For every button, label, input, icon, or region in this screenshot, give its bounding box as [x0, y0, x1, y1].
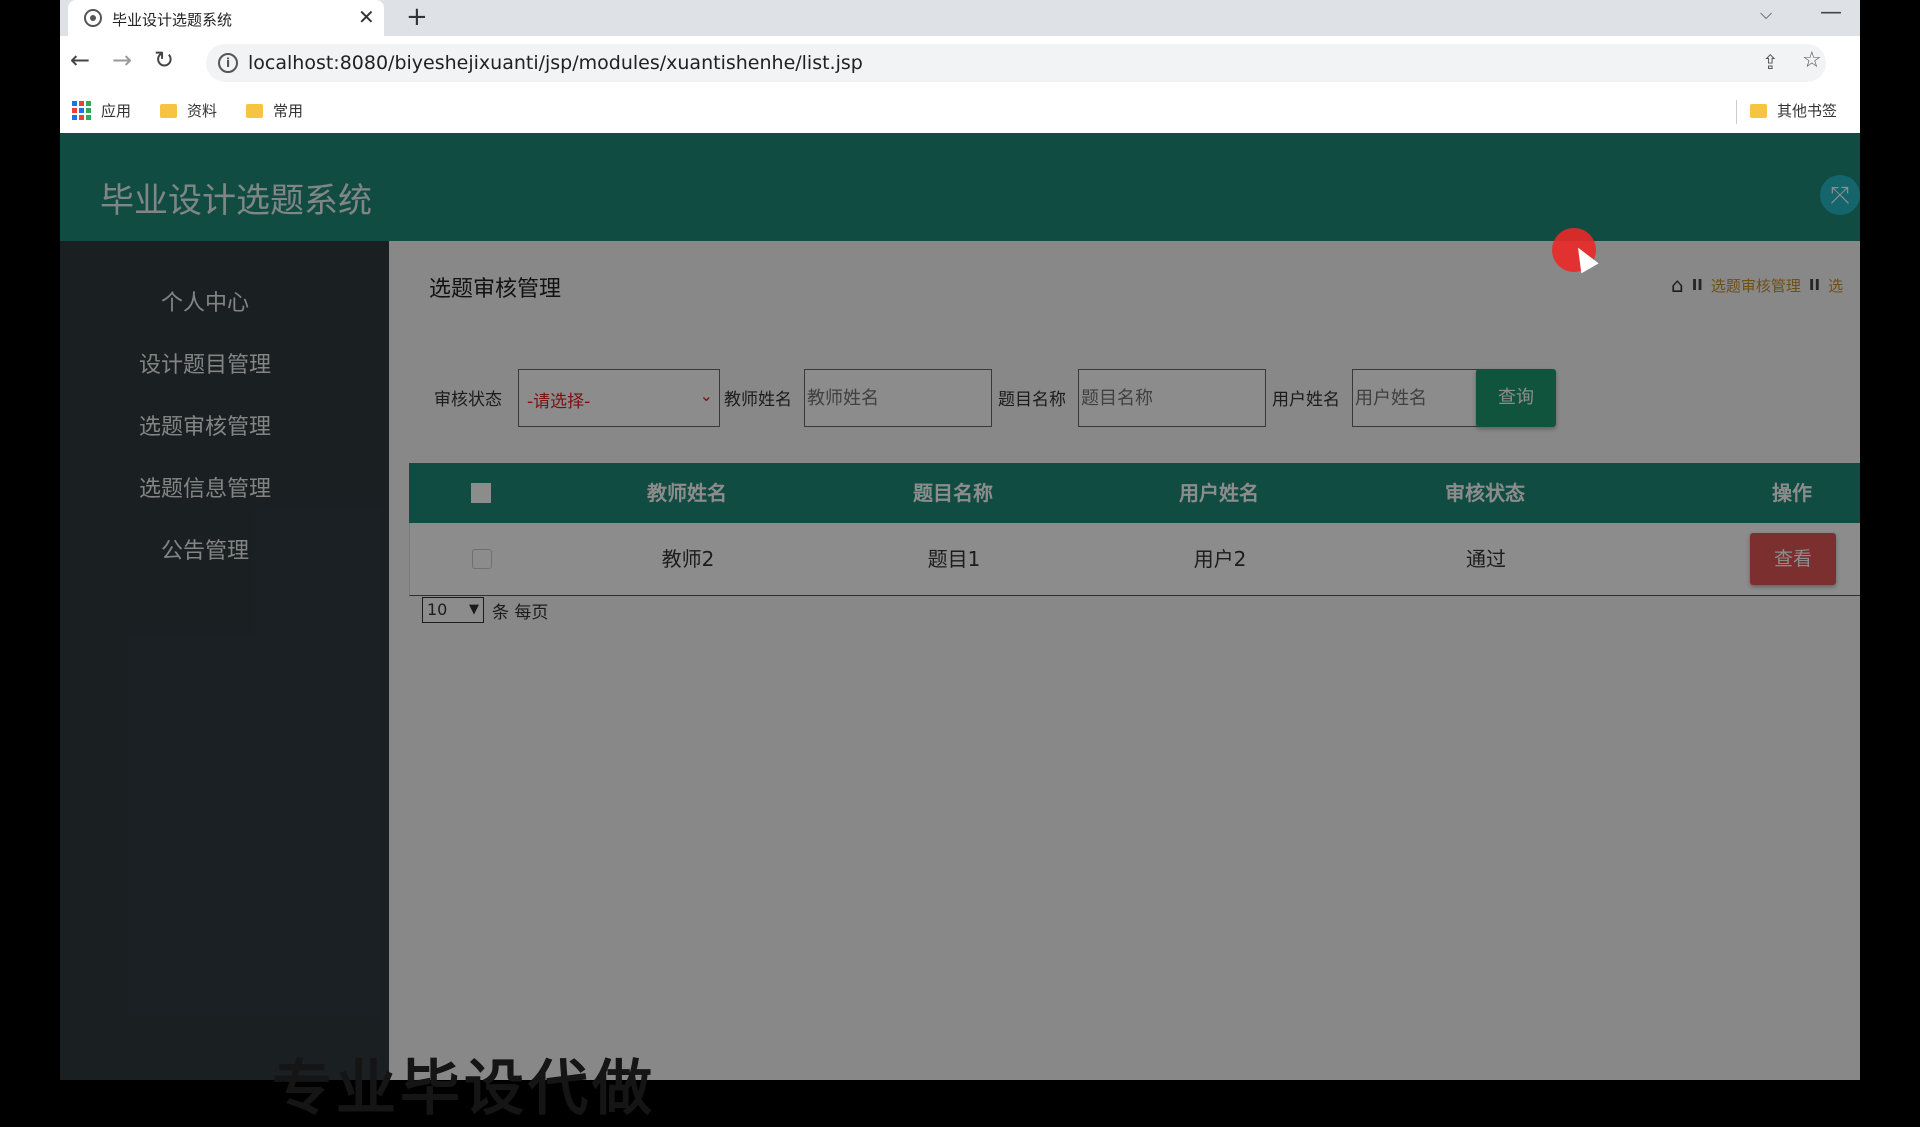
bookmark-folder[interactable]: 资料 [160, 100, 217, 121]
apps-grid-icon [72, 101, 91, 120]
fullscreen-toggle-icon[interactable]: ⤧ [1820, 175, 1860, 215]
row-checkbox[interactable] [472, 549, 492, 569]
breadcrumb: ⌂ II 选题审核管理 II 选 [1671, 273, 1843, 297]
sidebar-item-profile[interactable]: 个人中心 [60, 285, 350, 317]
table-header: 教师姓名 题目名称 用户姓名 审核状态 操作 [409, 463, 1860, 523]
cell-status: 通过 [1466, 547, 1506, 571]
sidebar-item-notice[interactable]: 公告管理 [60, 533, 350, 565]
site-info-icon[interactable]: i [218, 53, 238, 73]
header-teacher[interactable]: 教师姓名 [647, 463, 727, 523]
header-status[interactable]: 审核状态 [1445, 463, 1525, 523]
chevron-down-icon: ▼ [469, 602, 479, 617]
minimize-icon[interactable]: — [1820, 0, 1842, 25]
pagination: 10 ▼ 条 每页 [422, 597, 548, 623]
folder-icon [246, 103, 263, 118]
bookmark-label: 其他书签 [1777, 102, 1838, 120]
tab-title: 毕业设计选题系统 [112, 11, 233, 29]
page-size-select[interactable]: 10 ▼ [422, 597, 484, 623]
header-action: 操作 [1772, 481, 1812, 505]
status-select-value: -请选择- [527, 392, 591, 412]
url-text[interactable]: localhost:8080/biyeshejixuanti/jsp/modul… [248, 52, 863, 74]
address-bar[interactable]: i localhost:8080/biyeshejixuanti/jsp/mod… [206, 44, 1826, 82]
breadcrumb-separator: II [1691, 276, 1703, 294]
browser-window: 毕业设计选题系统 ✕ + ⌵ — ← → ↻ i localhost:8080/… [60, 0, 1860, 134]
topic-label: 题目名称 [998, 390, 1066, 410]
header-user[interactable]: 用户姓名 [1179, 463, 1259, 523]
sidebar-item-selection[interactable]: 选题信息管理 [60, 471, 350, 503]
forward-icon[interactable]: → [112, 46, 132, 74]
topic-input[interactable] [1078, 369, 1266, 427]
bookmarks-bar: 应用 资料 常用 其他书签 [60, 92, 1860, 134]
folder-icon [160, 103, 177, 118]
status-select[interactable]: -请选择- ⌄ [518, 369, 720, 427]
view-button[interactable]: 查看 [1750, 533, 1836, 585]
breadcrumb-item[interactable]: 选题审核管理 [1711, 275, 1801, 296]
favicon-icon [84, 9, 102, 27]
table-row: 教师2 题目1 用户2 通过 查看 [409, 523, 1860, 596]
teacher-input[interactable] [804, 369, 992, 427]
tab-search-chevron-icon[interactable]: ⌵ [1760, 4, 1772, 24]
home-icon[interactable]: ⌂ [1671, 273, 1684, 297]
browser-tab[interactable]: 毕业设计选题系统 ✕ [68, 0, 384, 36]
share-icon[interactable]: ⇪ [1762, 50, 1779, 74]
select-all-checkbox[interactable] [471, 483, 491, 503]
review-table: 教师姓名 题目名称 用户姓名 审核状态 操作 教师2 题目1 用户2 通过 查看 [409, 463, 1860, 596]
app-header: 毕业设计选题系统 ⤧ [60, 133, 1860, 241]
other-bookmarks[interactable]: 其他书签 [1750, 100, 1837, 121]
bookmark-label: 资料 [187, 102, 218, 120]
header-topic[interactable]: 题目名称 [913, 463, 993, 523]
status-label: 审核状态 [434, 390, 502, 410]
bookmark-label: 常用 [273, 102, 304, 120]
folder-icon [1750, 103, 1767, 118]
video-watermark: 专业毕设代做 [272, 1054, 656, 1124]
close-tab-icon[interactable]: ✕ [358, 5, 375, 29]
bookmark-apps[interactable]: 应用 [72, 100, 131, 121]
sidebar-item-topics[interactable]: 设计题目管理 [60, 347, 350, 379]
bookmark-star-icon[interactable]: ☆ [1802, 48, 1822, 73]
page-size-value: 10 [427, 600, 448, 619]
breadcrumb-separator: II [1808, 276, 1821, 294]
cell-topic: 题目1 [927, 547, 981, 571]
bookmarks-divider [1736, 100, 1737, 124]
teacher-label: 教师姓名 [724, 390, 792, 410]
reload-icon[interactable]: ↻ [154, 46, 174, 74]
new-tab-icon[interactable]: + [406, 2, 428, 32]
app-root: 毕业设计选题系统 ⤧ 个人中心 设计题目管理 选题审核管理 选题信息管理 公告管… [60, 133, 1860, 1080]
chevron-down-icon: ⌄ [699, 386, 713, 405]
app-title: 毕业设计选题系统 [100, 181, 372, 221]
bookmark-label: 应用 [101, 102, 132, 120]
back-icon[interactable]: ← [70, 46, 90, 74]
sidebar: 个人中心 设计题目管理 选题审核管理 选题信息管理 公告管理 [60, 241, 389, 1080]
sidebar-item-review[interactable]: 选题审核管理 [60, 409, 350, 441]
main-content: 选题审核管理 ⌂ II 选题审核管理 II 选 审核状态 -请选择- ⌄ 教师姓… [389, 241, 1860, 1080]
query-button[interactable]: 查询 [1476, 369, 1556, 427]
bookmark-folder[interactable]: 常用 [246, 100, 303, 121]
breadcrumb-item[interactable]: 选 [1828, 275, 1843, 296]
browser-toolbar: ← → ↻ i localhost:8080/biyeshejixuanti/j… [60, 36, 1860, 92]
user-label: 用户姓名 [1272, 390, 1340, 410]
tab-strip: 毕业设计选题系统 ✕ + ⌵ — [60, 0, 1860, 36]
page-title: 选题审核管理 [429, 277, 562, 302]
page-size-suffix: 条 每页 [492, 602, 549, 623]
cell-user: 用户2 [1193, 547, 1247, 571]
cell-teacher: 教师2 [661, 547, 715, 571]
